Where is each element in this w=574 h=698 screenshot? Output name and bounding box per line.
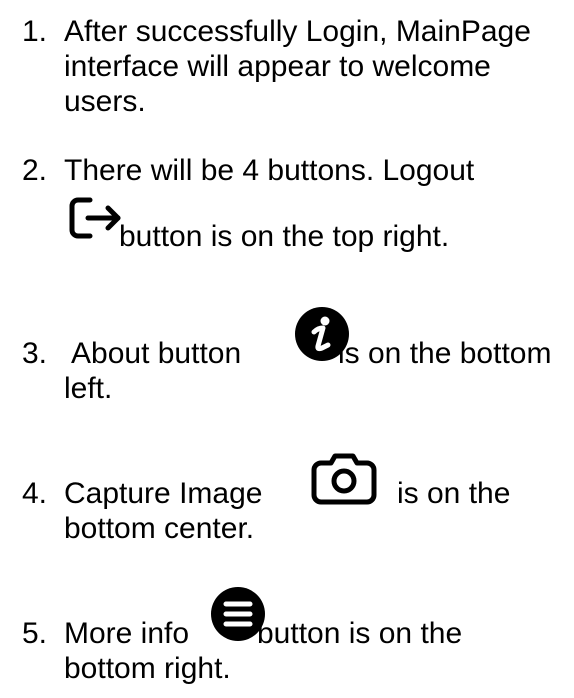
item-number: 2. — [22, 154, 48, 187]
item-text-line: More info — [64, 617, 190, 650]
item-text-line: button is on the — [257, 617, 463, 650]
camera-icon — [309, 451, 379, 507]
item-text-line: Capture Image — [64, 477, 263, 510]
item-text: About button is on the bottom left. — [64, 307, 567, 406]
list-item-1: 1. After successfully Login, MainPage in… — [22, 14, 567, 124]
item-text-line: After successfully Login, MainPage — [64, 15, 531, 48]
item-text: There will be 4 buttons. Logout button i… — [64, 153, 567, 258]
item-text: Capture Image is on the bottom center. — [64, 453, 567, 546]
list-item-2: 2. There will be 4 buttons. Logout butto… — [22, 153, 567, 293]
instructions-page: { "items": [ { "number": "1.", "lines": … — [0, 0, 574, 698]
item-text-line: interface will appear to welcome — [64, 50, 491, 83]
item-number: 3. — [22, 337, 48, 370]
item-text-line: left. — [64, 372, 113, 405]
item-number: 5. — [22, 617, 48, 650]
list-item-3: 3. About button is on the bottom left. — [22, 307, 567, 411]
item-text-line: is on the — [397, 477, 511, 510]
item-text-line: About button — [71, 337, 242, 370]
item-text: After successfully Login, MainPage inter… — [64, 14, 567, 119]
item-text-line: is on the bottom — [338, 337, 552, 370]
logout-icon — [68, 196, 124, 240]
item-text-line: There will be 4 buttons. Logout — [64, 154, 475, 187]
item-text-line: bottom center. — [64, 512, 255, 545]
list-item-5: 5. More info button is on the bottom rig… — [22, 587, 567, 691]
item-text: More info button is on the bottom right. — [64, 587, 567, 686]
item-number: 4. — [22, 477, 48, 510]
item-text-line: bottom right. — [64, 652, 231, 685]
item-text-line: button is on the top right. — [119, 220, 450, 253]
item-text-line: users. — [64, 85, 146, 118]
list-item-4: 4. Capture Image is on the bottom center… — [22, 453, 567, 551]
item-number: 1. — [22, 15, 48, 48]
